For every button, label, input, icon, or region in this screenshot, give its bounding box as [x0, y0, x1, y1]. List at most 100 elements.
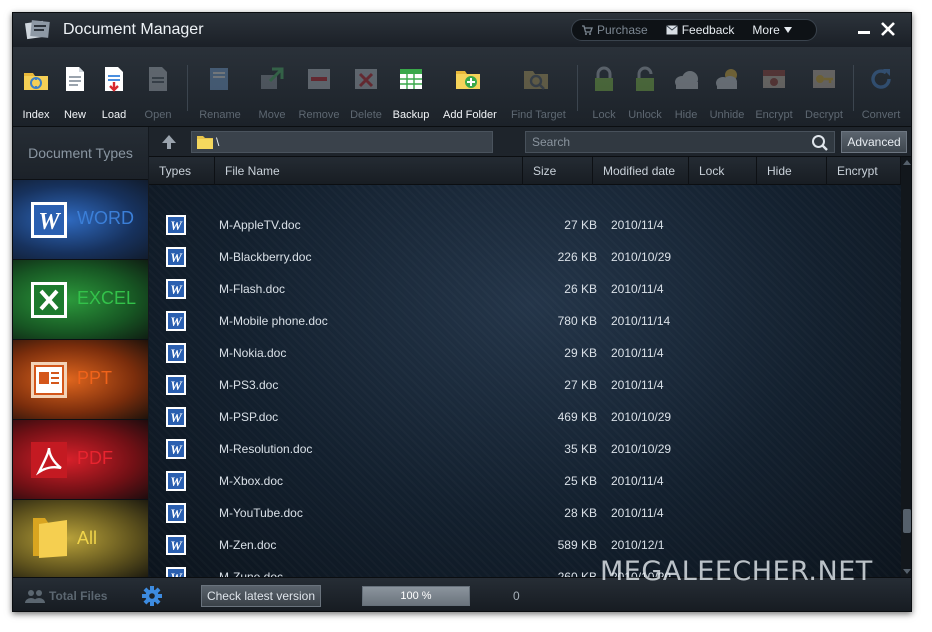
- svg-text:W: W: [170, 346, 183, 361]
- title-bar[interactable]: Document Manager Purchase Feedback More: [13, 13, 911, 47]
- column-modified-date[interactable]: Modified date: [593, 157, 689, 185]
- toolbar-separator: [577, 65, 578, 111]
- hide-button[interactable]: Hide: [671, 47, 701, 127]
- mail-icon: [665, 25, 678, 35]
- chevron-down-icon: [783, 27, 792, 33]
- vertical-scrollbar[interactable]: [901, 157, 911, 577]
- table-row[interactable]: W M-Nokia.doc 29 KB 2010/11/4: [149, 337, 889, 369]
- column-encrypt[interactable]: Encrypt: [827, 157, 901, 185]
- scroll-up-icon[interactable]: [903, 159, 911, 167]
- file-modified-date: 2010/11/4: [611, 346, 664, 360]
- pdf-icon: [31, 442, 67, 478]
- sidebar-item-pdf[interactable]: PDF: [13, 419, 148, 499]
- lock-button[interactable]: Lock: [589, 47, 619, 127]
- table-row[interactable]: W M-PS3.doc 27 KB 2010/11/4: [149, 369, 889, 401]
- sidebar-item-label: PPT: [77, 368, 113, 388]
- svg-text:W: W: [170, 506, 183, 521]
- delete-button[interactable]: Delete: [350, 47, 382, 127]
- folder-icon: [33, 518, 67, 558]
- table-row[interactable]: W M-YouTube.doc 28 KB 2010/11/4: [149, 497, 889, 529]
- sidebar-item-excel[interactable]: EXCEL: [13, 259, 148, 339]
- sidebar-item-ppt[interactable]: PPT: [13, 339, 148, 419]
- sidebar-item-all[interactable]: All: [13, 499, 148, 577]
- file-size: 226 KB: [557, 250, 597, 264]
- unlock-button[interactable]: Unlock: [628, 47, 662, 127]
- new-button[interactable]: New: [60, 47, 90, 127]
- search-icon[interactable]: [811, 134, 829, 152]
- index-button[interactable]: Index: [21, 47, 51, 127]
- minimize-icon[interactable]: [855, 20, 873, 38]
- open-label: Open: [144, 109, 172, 121]
- column-types[interactable]: Types: [149, 157, 215, 185]
- more-menu[interactable]: More: [743, 23, 800, 37]
- encrypt-button[interactable]: Encrypt: [755, 47, 793, 127]
- table-row[interactable]: W M-PSP.doc 469 KB 2010/10/29: [149, 401, 889, 433]
- table-row[interactable]: W M-Resolution.doc 35 KB 2010/10/29: [149, 433, 889, 465]
- move-button[interactable]: Move: [257, 47, 287, 127]
- lock-icon: [595, 66, 613, 91]
- purchase-link[interactable]: Purchase: [572, 23, 657, 37]
- watermark: MEGALEECHER.NET: [600, 556, 873, 587]
- feedback-link[interactable]: Feedback: [657, 23, 744, 37]
- feedback-label: Feedback: [681, 23, 735, 37]
- table-row[interactable]: W M-Xbox.doc 25 KB 2010/11/4: [149, 465, 889, 497]
- people-icon: [25, 590, 45, 603]
- gear-icon[interactable]: [141, 585, 163, 607]
- file-modified-date: 2010/10/29: [611, 250, 672, 264]
- add-folder-button[interactable]: Add Folder: [443, 47, 497, 127]
- convert-button[interactable]: Convert: [862, 47, 900, 127]
- decrypt-button[interactable]: Decrypt: [805, 47, 843, 127]
- word-doc-icon: W: [166, 535, 186, 555]
- check-latest-version-button[interactable]: Check latest version: [201, 585, 321, 607]
- scroll-down-icon[interactable]: [903, 567, 911, 575]
- title-menu: Purchase Feedback More: [571, 19, 817, 41]
- open-button[interactable]: Open: [143, 47, 173, 127]
- sidebar-item-word[interactable]: W WORD: [13, 179, 148, 259]
- backup-button[interactable]: Backup: [393, 47, 429, 127]
- table-row[interactable]: W M-Flash.doc 26 KB 2010/11/4: [149, 273, 889, 305]
- rename-button[interactable]: Rename: [199, 47, 241, 127]
- file-size: 589 KB: [557, 538, 597, 552]
- column-lock[interactable]: Lock: [689, 157, 757, 185]
- svg-text:W: W: [170, 410, 183, 425]
- file-name: M-Blackberry.doc: [219, 250, 312, 264]
- path-field[interactable]: \: [191, 131, 493, 153]
- svg-text:W: W: [170, 282, 183, 297]
- backup-label: Backup: [392, 109, 430, 121]
- delete-label: Delete: [350, 109, 382, 121]
- file-modified-date: 2010/11/4: [611, 506, 664, 520]
- unhide-button[interactable]: Unhide: [710, 47, 744, 127]
- svg-text:W: W: [170, 314, 183, 329]
- remove-label: Remove: [298, 109, 340, 121]
- sidebar-item-label: WORD: [77, 208, 134, 228]
- table-row[interactable]: W M-AppleTV.doc 27 KB 2010/11/4: [149, 209, 889, 241]
- load-button[interactable]: Load: [99, 47, 129, 127]
- table-row[interactable]: W M-Mobile phone.doc 780 KB 2010/11/14: [149, 305, 889, 337]
- word-doc-icon: W: [166, 247, 186, 267]
- encrypt-label: Encrypt: [755, 109, 793, 121]
- search-input[interactable]: [525, 131, 835, 153]
- column-hide[interactable]: Hide: [757, 157, 827, 185]
- scroll-thumb[interactable]: [903, 509, 911, 533]
- find-target-button[interactable]: Find Target: [511, 47, 566, 127]
- more-label: More: [752, 23, 780, 37]
- table-row[interactable]: W M-Blackberry.doc 226 KB 2010/10/29: [149, 241, 889, 273]
- remove-button[interactable]: Remove: [299, 47, 339, 127]
- toolbar: Index New Load Open Rename Move Remove D…: [13, 47, 911, 127]
- open-icon: [149, 67, 167, 91]
- new-document-icon: [66, 67, 84, 91]
- decrypt-label: Decrypt: [805, 109, 843, 121]
- advanced-button[interactable]: Advanced: [841, 131, 907, 153]
- column-file-name[interactable]: File Name: [215, 157, 523, 185]
- toolbar-separator: [187, 65, 188, 111]
- close-icon[interactable]: [879, 20, 897, 38]
- word-doc-icon: W: [166, 503, 186, 523]
- add-folder-label: Add Folder: [443, 109, 497, 121]
- load-icon: [105, 67, 123, 92]
- word-doc-icon: W: [166, 375, 186, 395]
- file-name: M-Resolution.doc: [219, 442, 313, 456]
- file-modified-date: 2010/11/4: [611, 282, 664, 296]
- file-size: 29 KB: [564, 346, 597, 360]
- up-arrow-icon[interactable]: [161, 134, 177, 150]
- column-size[interactable]: Size: [523, 157, 593, 185]
